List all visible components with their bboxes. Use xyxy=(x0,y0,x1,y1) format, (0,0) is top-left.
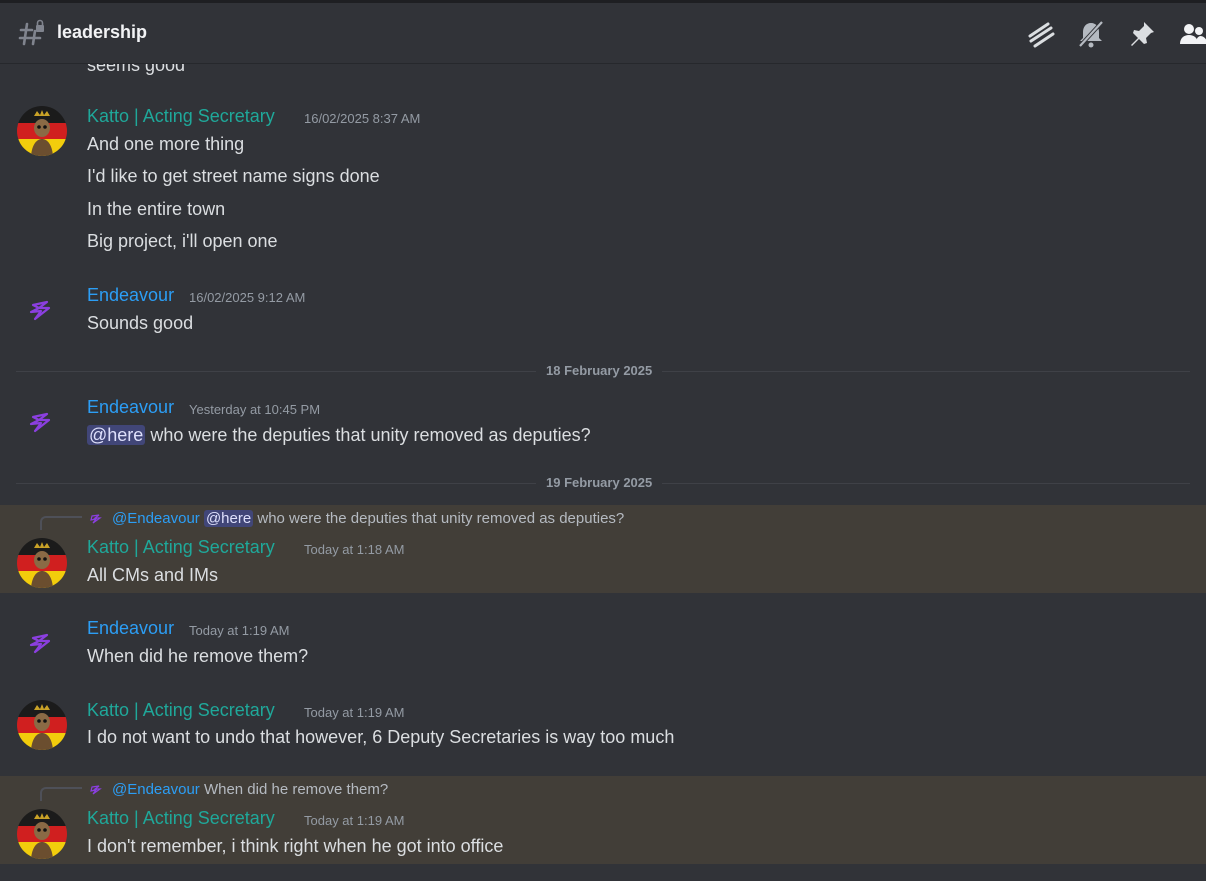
katto-avatar-icon xyxy=(17,106,67,156)
avatar[interactable] xyxy=(17,106,67,156)
endeavour-avatar-icon[interactable] xyxy=(17,285,67,335)
message-author[interactable]: Endeavour xyxy=(87,618,174,639)
reply-avatar-icon xyxy=(90,514,102,524)
message-text: All CMs and IMs xyxy=(87,565,219,585)
message-timestamp: 16/02/2025 8:37 AM xyxy=(304,111,421,126)
message-text: When did he remove them? xyxy=(87,646,309,666)
message-author[interactable]: Katto | Acting Secretary xyxy=(87,808,275,829)
date-divider-label: 19 February 2025 xyxy=(536,475,663,490)
message-text: seems good xyxy=(87,64,186,75)
here-mention[interactable]: @here xyxy=(203,510,254,527)
message-text: Big project, i'll open one xyxy=(87,231,278,251)
reply-author[interactable]: @Endeavour xyxy=(112,510,200,527)
threads-icon[interactable] xyxy=(1026,19,1056,49)
message-timestamp: Today at 1:19 AM xyxy=(304,705,405,720)
date-divider-label: 18 February 2025 xyxy=(536,363,663,378)
channel-name: leadership xyxy=(57,22,148,42)
message-text: And one more thing xyxy=(87,134,245,154)
message-list[interactable]: seems good Katto | Acting Secretary 16/0… xyxy=(0,64,1206,881)
endeavour-avatar-icon[interactable] xyxy=(17,618,67,668)
message-author[interactable]: Katto | Acting Secretary xyxy=(87,106,275,127)
message-timestamp: Today at 1:18 AM xyxy=(304,542,405,557)
message-text: @here who were the deputies that unity r… xyxy=(87,425,591,446)
avatar[interactable] xyxy=(17,700,67,750)
message-author[interactable]: Endeavour xyxy=(87,397,174,418)
mute-bell-icon[interactable] xyxy=(1076,19,1106,49)
message-timestamp: Today at 1:19 AM xyxy=(304,813,405,828)
message-author[interactable]: Katto | Acting Secretary xyxy=(87,537,275,558)
message-timestamp: 16/02/2025 9:12 AM xyxy=(189,290,306,305)
reply-avatar-icon xyxy=(90,785,102,795)
avatar[interactable] xyxy=(17,538,67,588)
members-icon[interactable] xyxy=(1177,19,1206,49)
reply-text: When did he remove them? xyxy=(199,781,389,798)
message-text-body: who were the deputies that unity removed… xyxy=(145,425,591,445)
message-text: Sounds good xyxy=(87,313,194,333)
endeavour-avatar-icon[interactable] xyxy=(17,397,67,447)
reply-preview[interactable]: @Endeavour When did he remove them? xyxy=(112,781,388,798)
message-timestamp: Yesterday at 10:45 PM xyxy=(189,402,321,417)
message-text: I don't remember, i think right when he … xyxy=(87,836,504,856)
reply-spine xyxy=(40,787,82,801)
reply-author[interactable]: @Endeavour xyxy=(112,781,200,798)
message-author[interactable]: Endeavour xyxy=(87,285,174,306)
message-text: I do not want to undo that however, 6 De… xyxy=(87,727,675,747)
reply-spine xyxy=(40,516,82,530)
message-author[interactable]: Katto | Acting Secretary xyxy=(87,700,275,721)
channel-header: leadership xyxy=(0,0,1206,64)
here-mention[interactable]: @here xyxy=(87,425,146,445)
message-timestamp: Today at 1:19 AM xyxy=(189,623,290,638)
pin-icon[interactable] xyxy=(1127,19,1157,49)
message-text: In the entire town xyxy=(87,199,226,219)
locked-hash-icon xyxy=(18,19,44,46)
katto-avatar-icon xyxy=(17,700,67,750)
katto-avatar-icon xyxy=(17,809,67,859)
message-text: I'd like to get street name signs done xyxy=(87,166,380,186)
reply-text: who were the deputies that unity removed… xyxy=(253,510,625,527)
reply-preview[interactable]: @Endeavour @here who were the deputies t… xyxy=(112,510,624,527)
avatar[interactable] xyxy=(17,809,67,859)
katto-avatar-icon xyxy=(17,538,67,588)
